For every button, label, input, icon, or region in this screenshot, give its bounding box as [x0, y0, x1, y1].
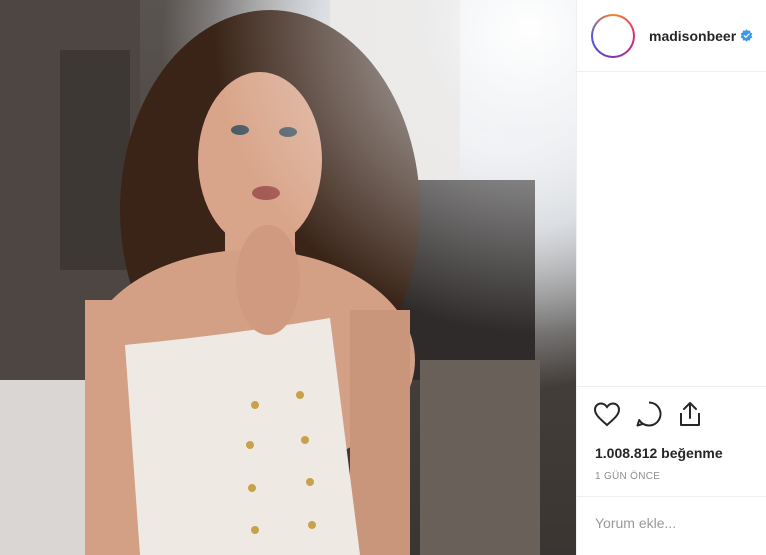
photo-flash-glare [0, 0, 576, 555]
post-photo[interactable] [0, 0, 576, 555]
post-timestamp[interactable]: 1 GÜN ÖNCE [595, 471, 766, 482]
post-header: madisonbeer [577, 0, 766, 72]
username-text[interactable]: madisonbeer [649, 28, 736, 44]
share-icon[interactable] [677, 400, 703, 433]
instagram-post: madisonbeer 1.008.812 beğenme 1 GÜN ÖNCE… [0, 0, 766, 555]
comment-icon[interactable] [635, 400, 663, 433]
story-ring[interactable] [591, 13, 635, 58]
avatar[interactable] [595, 17, 631, 54]
verified-badge-icon [740, 28, 753, 42]
photo-illustration [0, 0, 576, 555]
comment-input[interactable] [595, 515, 755, 531]
username-link[interactable]: madisonbeer [649, 28, 753, 44]
post-actions: 1.008.812 beğenme 1 GÜN ÖNCE [577, 386, 766, 482]
likes-count[interactable]: 1.008.812 beğenme [595, 445, 766, 461]
heart-icon[interactable] [593, 401, 621, 432]
comment-box [577, 496, 766, 555]
action-icons [577, 387, 766, 431]
post-sidebar: madisonbeer 1.008.812 beğenme 1 GÜN ÖNCE… [576, 0, 766, 555]
